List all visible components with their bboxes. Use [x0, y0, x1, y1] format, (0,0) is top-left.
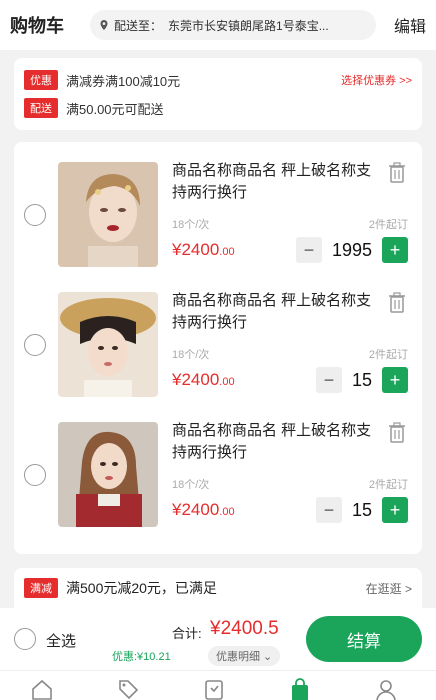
- coupon-tag: 优惠: [24, 70, 58, 90]
- cart-item: 商品名称商品名 秤上破名称支持两行换行 18个/次 2件起订 ¥2400.00 …: [14, 272, 422, 402]
- coupon-row: 优惠 满减券满100减10元 选择优惠券 >>: [24, 66, 412, 94]
- product-image[interactable]: [58, 162, 158, 267]
- minimum-order: 2件起订: [368, 219, 408, 231]
- promo-card: 优惠 满减券满100减10元 选择优惠券 >> 配送 满50.00元可配送: [14, 58, 422, 130]
- discount-text: 满500元减20元，已满足: [66, 580, 217, 596]
- item-select-radio[interactable]: [24, 204, 46, 226]
- header: 购物车 配送至： 东莞市长安镇朗尾路1号泰宝... 编辑: [0, 0, 436, 50]
- delivery-text: 满50.00元可配送: [66, 101, 164, 117]
- quantity-value[interactable]: 15: [342, 500, 382, 521]
- product-price: ¥2400.00: [172, 500, 235, 520]
- address-label: 配送至：: [114, 18, 163, 33]
- checkout-button[interactable]: 结算: [306, 616, 422, 662]
- increase-button[interactable]: +: [382, 497, 408, 523]
- cart-item: 商品名称商品名 秤上破名称支持两行换行 18个/次 2件起订 ¥2400.00 …: [14, 142, 422, 272]
- quantity-stepper: − 15 +: [315, 497, 408, 523]
- trash-icon[interactable]: [388, 162, 406, 184]
- select-all-radio[interactable]: [14, 628, 36, 650]
- minimum-order: 2件起订: [368, 479, 408, 491]
- price-integer: ¥2400: [172, 240, 220, 259]
- quantity-stepper: − 1995 +: [295, 237, 408, 263]
- quantity-value[interactable]: 1995: [322, 240, 382, 261]
- product-image[interactable]: [58, 292, 158, 397]
- item-select-radio[interactable]: [24, 334, 46, 356]
- tag-icon[interactable]: [116, 677, 140, 700]
- address-value: 东莞市长安镇朗尾路1号泰宝...: [168, 18, 329, 33]
- product-name[interactable]: 商品名称商品名 秤上破名称支持两行换行: [172, 420, 382, 464]
- trash-icon[interactable]: [388, 422, 406, 444]
- discount-tag: 满减: [24, 578, 58, 598]
- coupon-text: 满减券满100减10元: [66, 73, 181, 89]
- delivery-row: 配送 满50.00元可配送: [24, 94, 412, 122]
- location-pin-icon: [100, 20, 108, 30]
- product-name[interactable]: 商品名称商品名 秤上破名称支持两行换行: [172, 290, 382, 334]
- home-icon[interactable]: [30, 677, 54, 700]
- cart-icon[interactable]: [288, 677, 312, 700]
- page-title: 购物车: [10, 16, 64, 36]
- total-label: 合计:: [172, 626, 202, 641]
- quantity-value[interactable]: 15: [342, 370, 382, 391]
- discount-detail-button[interactable]: 优惠明细 ⌄: [208, 646, 281, 666]
- total-amount: ¥2400.5: [210, 618, 279, 639]
- product-spec: 18个/次: [172, 479, 210, 491]
- cart-item: 商品名称商品名 秤上破名称支持两行换行 18个/次 2件起订 ¥2400.00 …: [14, 402, 422, 532]
- checkout-bar: 全选 合计: ¥2400.5 优惠:¥10.21 优惠明细 ⌄ 结算: [0, 608, 436, 670]
- select-coupon-link[interactable]: 选择优惠券 >>: [341, 72, 412, 88]
- tab-bar: [0, 670, 436, 700]
- product-price: ¥2400.00: [172, 370, 235, 390]
- price-integer: ¥2400: [172, 370, 220, 389]
- product-name[interactable]: 商品名称商品名 秤上破名称支持两行换行: [172, 160, 382, 204]
- browse-more-link[interactable]: 在逛逛 >: [366, 580, 412, 597]
- product-spec: 18个/次: [172, 219, 210, 231]
- product-spec: 18个/次: [172, 349, 210, 361]
- product-price: ¥2400.00: [172, 240, 235, 260]
- quantity-stepper: − 15 +: [315, 367, 408, 393]
- trash-icon[interactable]: [388, 292, 406, 314]
- delivery-address[interactable]: 配送至： 东莞市长安镇朗尾路1号泰宝...: [90, 10, 376, 40]
- select-all-label[interactable]: 全选: [46, 630, 76, 651]
- user-icon[interactable]: [374, 677, 398, 700]
- item-select-radio[interactable]: [24, 464, 46, 486]
- cart-item-list: 商品名称商品名 秤上破名称支持两行换行 18个/次 2件起订 ¥2400.00 …: [14, 142, 422, 554]
- decrease-button[interactable]: −: [315, 367, 342, 393]
- saving-amount: 优惠:¥10.21: [112, 651, 171, 663]
- discount-row: 满减 满500元减20元，已满足 在逛逛 >: [14, 568, 422, 608]
- price-decimal: .00: [219, 376, 235, 388]
- decrease-button[interactable]: −: [315, 497, 342, 523]
- decrease-button[interactable]: −: [295, 237, 322, 263]
- price-integer: ¥2400: [172, 500, 220, 519]
- edit-button[interactable]: 编辑: [386, 13, 426, 37]
- order-icon[interactable]: [202, 677, 226, 700]
- increase-button[interactable]: +: [382, 367, 408, 393]
- minimum-order: 2件起订: [368, 349, 408, 361]
- price-decimal: .00: [219, 246, 235, 258]
- product-image[interactable]: [58, 422, 158, 527]
- price-decimal: .00: [219, 506, 235, 518]
- increase-button[interactable]: +: [382, 237, 408, 263]
- delivery-tag: 配送: [24, 98, 58, 118]
